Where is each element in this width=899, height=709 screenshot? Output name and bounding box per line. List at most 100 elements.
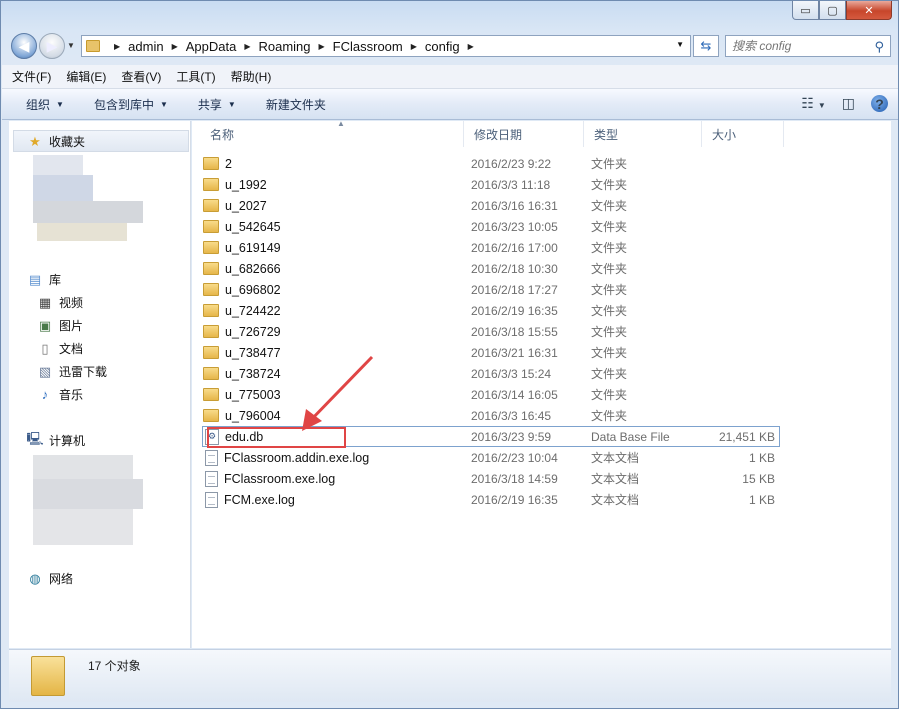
chevron-right-icon[interactable]: ▶ <box>411 42 417 51</box>
folder-icon <box>203 325 219 338</box>
folder-icon <box>31 656 65 696</box>
file-type: 文件夹 <box>591 283 628 297</box>
file-row[interactable]: u_724422 2016/2/19 16:35 文件夹 <box>202 300 780 321</box>
back-button[interactable]: ◀ <box>11 33 37 59</box>
preview-pane-icon[interactable]: ◫ <box>842 95 855 112</box>
file-type: 文件夹 <box>591 199 628 213</box>
file-row[interactable]: u_726729 2016/3/18 15:55 文件夹 <box>202 321 780 342</box>
arrow-left-icon: ◀ <box>18 37 30 54</box>
organize-button[interactable]: 组织 ▼ <box>26 96 64 113</box>
chevron-right-icon[interactable]: ▶ <box>244 42 250 51</box>
file-type: 文件夹 <box>591 409 628 423</box>
nav-item-music[interactable]: ♪ 音乐 <box>37 386 83 403</box>
forward-button[interactable]: ▶ <box>39 33 65 59</box>
nav-computer[interactable]: 🖳 计算机 <box>26 431 85 449</box>
file-row[interactable]: u_796004 2016/3/3 16:45 文件夹 <box>202 405 780 426</box>
breadcrumb-roaming[interactable]: Roaming <box>258 39 310 54</box>
breadcrumb-admin[interactable]: admin <box>128 39 163 54</box>
file-row[interactable]: FClassroom.exe.log 2016/3/18 14:59 文本文档 15 … <box>202 468 780 489</box>
nav-item-label: 迅雷下载 <box>59 365 108 379</box>
file-name-cell: u_724422 <box>203 304 281 318</box>
file-name-cell: u_738477 <box>203 346 281 360</box>
include-in-library-button[interactable]: 包含到库中 ▼ <box>94 96 168 113</box>
file-name: u_796004 <box>225 408 281 423</box>
maximize-button[interactable]: ▢ <box>819 1 846 20</box>
share-button[interactable]: 共享 ▼ <box>198 96 236 113</box>
file-type: 文件夹 <box>591 262 628 276</box>
nav-item-videos[interactable]: ▦ 视频 <box>37 294 83 311</box>
file-row[interactable]: FCM.exe.log 2016/2/19 16:35 文本文档 1 KB <box>202 489 780 510</box>
file-row[interactable]: u_682666 2016/2/18 10:30 文件夹 <box>202 258 780 279</box>
file-name: u_619149 <box>225 240 281 255</box>
chevron-right-icon[interactable]: ▶ <box>114 42 120 51</box>
nav-item-label: 文档 <box>59 342 84 356</box>
file-row[interactable]: FClassroom.addin.exe.log 2016/2/23 10:04 文… <box>202 447 780 468</box>
file-row[interactable]: u_738477 2016/3/21 16:31 文件夹 <box>202 342 780 363</box>
chevron-right-icon[interactable]: ▶ <box>172 42 178 51</box>
file-row[interactable]: u_2027 2016/3/16 16:31 文件夹 <box>202 195 780 216</box>
file-type: 文件夹 <box>591 388 628 402</box>
file-date: 2016/3/3 15:24 <box>471 366 552 381</box>
file-name: u_724422 <box>225 303 281 318</box>
search-input[interactable] <box>732 39 862 53</box>
command-bar: 组织 ▼ 包含到库中 ▼ 共享 ▼ 新建文件夹 ☷ ▼ ◫ ? <box>2 89 898 120</box>
file-row[interactable]: u_542645 2016/3/23 10:05 文件夹 <box>202 216 780 237</box>
close-button[interactable]: ✕ <box>846 1 892 20</box>
menu-view[interactable]: 查看(V) <box>121 68 161 85</box>
nav-item-pictures[interactable]: ▣ 图片 <box>37 317 83 334</box>
file-row[interactable]: u_696802 2016/2/18 17:27 文件夹 <box>202 279 780 300</box>
nav-item-documents[interactable]: ▯ 文档 <box>37 340 83 357</box>
file-name-cell: FClassroom.addin.exe.log <box>203 449 370 466</box>
chevron-right-icon[interactable]: ▶ <box>319 42 325 51</box>
column-header-label: 名称 <box>210 127 235 142</box>
menu-help[interactable]: 帮助(H) <box>231 68 272 85</box>
recent-pages-dropdown[interactable]: ▼ <box>67 41 75 50</box>
nav-item-thunder-downloads[interactable]: ▧ 迅雷下载 <box>37 363 107 380</box>
menu-edit[interactable]: 编辑(E) <box>66 68 106 85</box>
nav-libraries[interactable]: ▤ 库 <box>27 271 61 288</box>
file-name: FClassroom.addin.exe.log <box>224 450 370 465</box>
view-options-icon[interactable]: ☷ ▼ <box>801 95 825 112</box>
nav-network[interactable]: ◍ 网络 <box>27 570 73 587</box>
file-row[interactable]: u_1992 2016/3/3 11:18 文件夹 <box>202 174 780 195</box>
file-row[interactable]: u_775003 2016/3/14 16:05 文件夹 <box>202 384 780 405</box>
file-name: u_696802 <box>225 282 281 297</box>
search-icon[interactable]: ⚲ <box>874 39 884 55</box>
file-name: u_1992 <box>225 177 267 192</box>
help-icon[interactable]: ? <box>871 95 888 112</box>
file-date: 2016/2/16 17:00 <box>471 240 558 255</box>
file-date: 2016/2/23 10:04 <box>471 450 558 465</box>
refresh-button[interactable]: ⇆ <box>693 35 719 57</box>
caret-down-icon: ▼ <box>56 99 64 109</box>
file-list-pane: 名称 ▲ 修改日期 类型 大小 2 2016/2/23 9:22 文件夹 u_1992… <box>192 119 891 648</box>
file-row[interactable]: u_738724 2016/3/3 15:24 文件夹 <box>202 363 780 384</box>
nav-favorites[interactable]: ★ 收藏夹 <box>27 133 85 150</box>
video-icon: ▦ <box>38 294 52 310</box>
menu-file[interactable]: 文件(F) <box>12 68 51 85</box>
column-header-date[interactable]: 修改日期 <box>464 121 584 147</box>
file-row[interactable]: 2 2016/2/23 9:22 文件夹 <box>202 153 780 174</box>
address-dropdown-icon[interactable]: ▼ <box>676 40 684 49</box>
column-header-type[interactable]: 类型 <box>584 121 702 147</box>
breadcrumb-fclassroom[interactable]: FClassroom <box>333 39 403 54</box>
file-name: u_2027 <box>225 198 267 213</box>
breadcrumb-config[interactable]: config <box>425 39 460 54</box>
file-date: 2016/2/19 16:35 <box>471 492 558 507</box>
file-type: Data Base File <box>591 429 670 444</box>
minimize-button[interactable]: ▭ <box>792 1 819 20</box>
file-name-cell: u_726729 <box>203 325 281 339</box>
file-date: 2016/2/18 17:27 <box>471 282 558 297</box>
redacted-block <box>33 509 133 545</box>
menu-tools[interactable]: 工具(T) <box>176 68 215 85</box>
address-bar[interactable]: ▶ admin ▶ AppData ▶ Roaming ▶ FClassroom… <box>81 35 691 57</box>
search-box[interactable]: ⚲ <box>725 35 891 57</box>
picture-icon: ▣ <box>38 317 52 333</box>
file-type: 文件夹 <box>591 157 628 171</box>
folder-icon <box>86 40 100 52</box>
file-row[interactable]: u_619149 2016/2/16 17:00 文件夹 <box>202 237 780 258</box>
chevron-right-icon[interactable]: ▶ <box>468 42 474 51</box>
new-folder-button[interactable]: 新建文件夹 <box>266 96 326 113</box>
breadcrumb-appdata[interactable]: AppData <box>186 39 237 54</box>
column-header-size[interactable]: 大小 <box>702 121 784 147</box>
column-header-name[interactable]: 名称 ▲ <box>200 119 464 147</box>
